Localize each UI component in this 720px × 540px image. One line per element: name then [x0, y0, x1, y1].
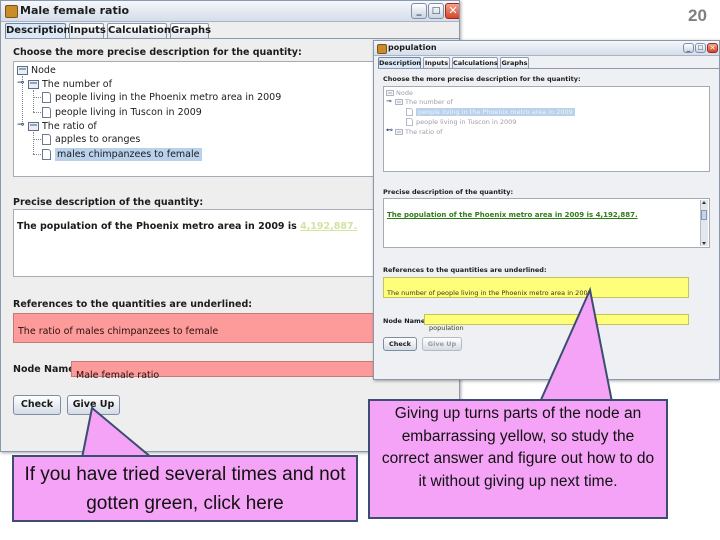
left-callout-pointer	[80, 406, 155, 459]
yellow-warning-callout: Giving up turns parts of the node an emb…	[368, 399, 668, 519]
yellow-warning-text: Giving up turns parts of the node an emb…	[381, 405, 655, 490]
give-up-tip-text: If you have tried several times and not …	[24, 464, 346, 514]
give-up-tip-callout: If you have tried several times and not …	[12, 455, 358, 522]
right-callout-pointer	[538, 286, 614, 403]
